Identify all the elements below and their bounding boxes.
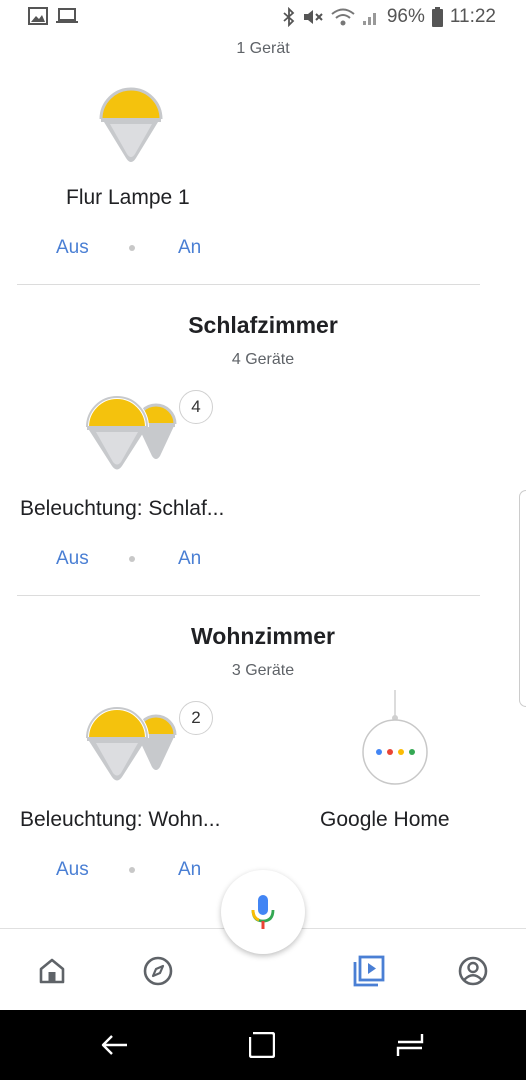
back-icon[interactable] [101, 1032, 129, 1058]
system-navigation-bar [0, 1010, 526, 1080]
account-icon[interactable] [457, 955, 489, 987]
room-divider [17, 595, 480, 596]
signal-icon [362, 13, 376, 25]
wifi-icon [331, 8, 355, 26]
device-count-badge: 2 [179, 701, 213, 735]
device-group-tile-wohnzimmer[interactable] [84, 705, 184, 785]
device-count-badge: 4 [179, 390, 213, 424]
light-bulb-icon [85, 706, 149, 781]
room-device-count: 4 Geräte [231, 351, 295, 368]
media-icon[interactable] [352, 954, 386, 988]
mute-icon [303, 10, 323, 24]
device-name: Beleuchtung: Wohn... [20, 808, 221, 831]
clock: 11:22 [449, 6, 496, 27]
battery-percent: 96% [386, 6, 425, 27]
turn-on-button[interactable]: An [178, 237, 201, 259]
edge-panel-handle[interactable] [519, 490, 526, 707]
room-device-count: 1 Gerät [236, 40, 290, 57]
status-bar: 96% 11:22 [0, 0, 526, 36]
device-tile-flur-lampe[interactable] [96, 82, 166, 175]
laptop-notification-icon [56, 8, 78, 23]
room-device-count: 3 Geräte [231, 662, 295, 679]
light-bulb-icon [85, 395, 149, 470]
google-home-speaker-icon [362, 690, 428, 785]
light-bulb-icon [99, 87, 163, 162]
turn-off-button[interactable]: Aus [56, 237, 89, 259]
turn-off-button[interactable]: Aus [56, 859, 89, 881]
overview-icon[interactable] [396, 1032, 424, 1058]
device-group-tile-schlafzimmer[interactable] [84, 394, 184, 474]
device-name: Beleuchtung: Schlaf... [20, 497, 225, 520]
turn-on-button[interactable]: An [178, 859, 201, 881]
bluetooth-icon [283, 7, 295, 27]
room-title: Wohnzimmer [191, 623, 335, 649]
microphone-icon [251, 895, 275, 929]
device-name: Flur Lampe 1 [66, 186, 190, 209]
separator-dot [129, 245, 135, 251]
separator-dot [129, 867, 135, 873]
device-name: Google Home [320, 808, 450, 831]
turn-off-button[interactable]: Aus [56, 548, 89, 570]
home-icon[interactable] [38, 957, 66, 985]
separator-dot [129, 556, 135, 562]
device-tile-google-home[interactable] [360, 688, 430, 793]
room-divider [17, 284, 480, 285]
turn-on-button[interactable]: An [178, 548, 201, 570]
explore-icon[interactable] [142, 955, 174, 987]
voice-assistant-button[interactable] [221, 870, 305, 954]
recents-icon[interactable] [249, 1032, 275, 1058]
battery-icon [431, 7, 443, 27]
room-title: Schlafzimmer [188, 312, 338, 338]
image-notification-icon [28, 7, 48, 25]
